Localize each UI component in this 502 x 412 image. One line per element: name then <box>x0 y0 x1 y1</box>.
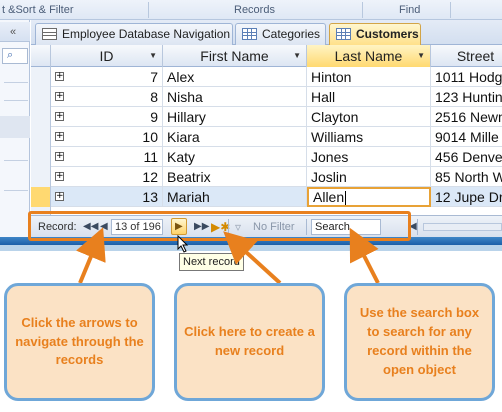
callout-search-box: Use the search box to search for any rec… <box>344 283 495 401</box>
callout-new-record: Click here to create a new record <box>174 283 325 401</box>
callout-navigate-records: Click the arrows to navigate through the… <box>4 283 155 401</box>
arrow-to-nav-buttons <box>76 227 106 284</box>
arrow-to-search-box <box>349 227 380 284</box>
arrow-to-new-record <box>223 231 282 285</box>
